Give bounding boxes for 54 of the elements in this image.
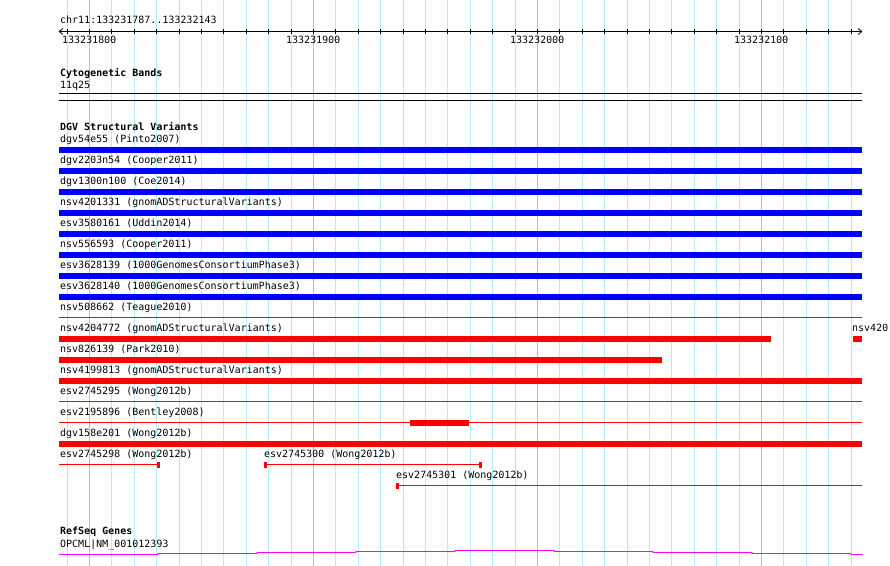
feature-label[interactable]: esv2745300 (Wong2012b) [264, 449, 396, 461]
track-title: DGV Structural Variants [60, 122, 198, 134]
tick-label: 133232000 [510, 35, 564, 47]
feature-line[interactable] [59, 464, 160, 465]
feature-bar[interactable] [479, 462, 482, 468]
gene-drawing[interactable] [59, 549, 863, 555]
feature-label[interactable]: nsv508662 (Teague2010) [60, 302, 192, 314]
feature-label[interactable]: dgv1300n100 (Coe2014) [60, 176, 186, 188]
tick-label: 133231900 [286, 35, 340, 47]
feature-bar[interactable] [59, 336, 771, 342]
feature-bar[interactable] [59, 231, 862, 237]
feature-bar[interactable] [59, 441, 862, 447]
track-title: RefSeq Genes [60, 526, 132, 538]
feature-bar[interactable] [410, 420, 469, 426]
feature-label[interactable]: esv2745301 (Wong2012b) [396, 470, 528, 482]
feature-line[interactable] [59, 317, 862, 318]
gene-label[interactable]: OPCML|NM_001012393 [60, 539, 168, 551]
feature-bar[interactable] [59, 273, 862, 279]
feature-label[interactable]: esv3628139 (1000GenomesConsortiumPhase3) [60, 260, 301, 272]
feature-label[interactable]: dgv158e201 (Wong2012b) [60, 428, 192, 440]
feature-label[interactable]: esv3580161 (Uddin2014) [60, 218, 192, 230]
band-label: 11q25 [60, 80, 90, 92]
feature-label[interactable]: esv2745298 (Wong2012b) [60, 449, 192, 461]
feature-label[interactable]: esv3628140 (1000GenomesConsortiumPhase3) [60, 281, 301, 293]
feature-bar[interactable] [396, 483, 399, 489]
feature-label[interactable]: nsv4204772 (gnomADStructuralVariants) [60, 323, 283, 335]
feature-line[interactable] [59, 422, 862, 423]
feature-line[interactable] [59, 401, 862, 402]
feature-label[interactable]: esv2745295 (Wong2012b) [60, 386, 192, 398]
feature-bar[interactable] [59, 168, 862, 174]
feature-label[interactable]: nsv556593 (Cooper2011) [60, 239, 192, 251]
feature-bar[interactable] [157, 462, 160, 468]
feature-bar[interactable] [59, 147, 862, 153]
feature-label[interactable]: nsv4199813 (gnomADStructuralVariants) [60, 365, 283, 377]
feature-bar[interactable] [59, 252, 862, 258]
feature-line[interactable] [396, 485, 862, 486]
feature-bar[interactable] [59, 210, 862, 216]
feature-bar[interactable] [853, 336, 862, 342]
feature-label[interactable]: nsv4201331 (gnomADStructuralVariants) [60, 197, 283, 209]
feature-bar[interactable] [59, 378, 862, 384]
feature-bar[interactable] [59, 357, 662, 363]
feature-bar[interactable] [59, 294, 862, 300]
feature-label[interactable]: nsv420 [852, 323, 888, 335]
feature-label[interactable]: dgv2203n54 (Cooper2011) [60, 155, 198, 167]
location-label: chr11:133231787..133232143 [60, 15, 217, 27]
feature-label[interactable]: nsv826139 (Park2010) [60, 344, 180, 356]
feature-label[interactable]: esv2195896 (Bentley2008) [60, 407, 204, 419]
feature-line[interactable] [264, 464, 482, 465]
feature-bar[interactable] [264, 462, 267, 468]
track-title: Cytogenetic Bands [60, 68, 162, 80]
feature-bar[interactable] [59, 189, 862, 195]
tick-label: 133232100 [734, 35, 788, 47]
tick-label: 133231800 [62, 35, 116, 47]
feature-label[interactable]: dgv54e55 (Pinto2007) [60, 134, 180, 146]
